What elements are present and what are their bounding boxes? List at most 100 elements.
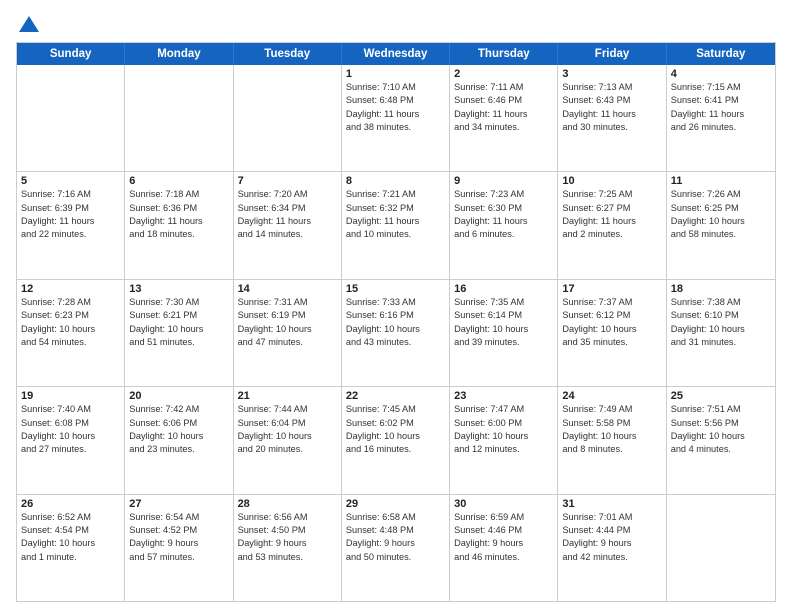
day-cell-8: 8Sunrise: 7:21 AMSunset: 6:32 PMDaylight…	[342, 172, 450, 278]
day-info: Sunrise: 7:31 AMSunset: 6:19 PMDaylight:…	[238, 296, 337, 349]
day-info: Sunrise: 6:58 AMSunset: 4:48 PMDaylight:…	[346, 511, 445, 564]
header-day-saturday: Saturday	[667, 43, 775, 65]
day-info: Sunrise: 6:52 AMSunset: 4:54 PMDaylight:…	[21, 511, 120, 564]
header-day-wednesday: Wednesday	[342, 43, 450, 65]
week-row-4: 19Sunrise: 7:40 AMSunset: 6:08 PMDayligh…	[17, 387, 775, 494]
day-cell-13: 13Sunrise: 7:30 AMSunset: 6:21 PMDayligh…	[125, 280, 233, 386]
header-day-tuesday: Tuesday	[234, 43, 342, 65]
day-number: 13	[129, 283, 228, 295]
week-row-5: 26Sunrise: 6:52 AMSunset: 4:54 PMDayligh…	[17, 495, 775, 601]
day-cell-12: 12Sunrise: 7:28 AMSunset: 6:23 PMDayligh…	[17, 280, 125, 386]
day-cell-9: 9Sunrise: 7:23 AMSunset: 6:30 PMDaylight…	[450, 172, 558, 278]
day-info: Sunrise: 6:56 AMSunset: 4:50 PMDaylight:…	[238, 511, 337, 564]
week-row-1: 1Sunrise: 7:10 AMSunset: 6:48 PMDaylight…	[17, 65, 775, 172]
day-number: 16	[454, 283, 553, 295]
day-number: 10	[562, 175, 661, 187]
day-cell-19: 19Sunrise: 7:40 AMSunset: 6:08 PMDayligh…	[17, 387, 125, 493]
day-cell-26: 26Sunrise: 6:52 AMSunset: 4:54 PMDayligh…	[17, 495, 125, 601]
logo-arrow-icon	[19, 16, 39, 32]
day-number: 26	[21, 498, 120, 510]
day-info: Sunrise: 7:44 AMSunset: 6:04 PMDaylight:…	[238, 403, 337, 456]
logo-blue	[16, 16, 39, 32]
day-number: 24	[562, 390, 661, 402]
calendar-header: SundayMondayTuesdayWednesdayThursdayFrid…	[17, 43, 775, 65]
day-number: 29	[346, 498, 445, 510]
day-number: 1	[346, 68, 445, 80]
day-cell-27: 27Sunrise: 6:54 AMSunset: 4:52 PMDayligh…	[125, 495, 233, 601]
header-day-monday: Monday	[125, 43, 233, 65]
day-cell-20: 20Sunrise: 7:42 AMSunset: 6:06 PMDayligh…	[125, 387, 233, 493]
day-info: Sunrise: 7:13 AMSunset: 6:43 PMDaylight:…	[562, 81, 661, 134]
empty-cell	[17, 65, 125, 171]
day-info: Sunrise: 7:47 AMSunset: 6:00 PMDaylight:…	[454, 403, 553, 456]
day-cell-6: 6Sunrise: 7:18 AMSunset: 6:36 PMDaylight…	[125, 172, 233, 278]
day-cell-29: 29Sunrise: 6:58 AMSunset: 4:48 PMDayligh…	[342, 495, 450, 601]
day-number: 27	[129, 498, 228, 510]
day-cell-23: 23Sunrise: 7:47 AMSunset: 6:00 PMDayligh…	[450, 387, 558, 493]
day-number: 15	[346, 283, 445, 295]
day-cell-16: 16Sunrise: 7:35 AMSunset: 6:14 PMDayligh…	[450, 280, 558, 386]
day-cell-18: 18Sunrise: 7:38 AMSunset: 6:10 PMDayligh…	[667, 280, 775, 386]
day-info: Sunrise: 7:45 AMSunset: 6:02 PMDaylight:…	[346, 403, 445, 456]
day-info: Sunrise: 7:35 AMSunset: 6:14 PMDaylight:…	[454, 296, 553, 349]
day-cell-22: 22Sunrise: 7:45 AMSunset: 6:02 PMDayligh…	[342, 387, 450, 493]
logo	[16, 16, 39, 32]
day-info: Sunrise: 7:40 AMSunset: 6:08 PMDaylight:…	[21, 403, 120, 456]
day-cell-5: 5Sunrise: 7:16 AMSunset: 6:39 PMDaylight…	[17, 172, 125, 278]
empty-cell	[667, 495, 775, 601]
day-number: 20	[129, 390, 228, 402]
day-number: 18	[671, 283, 771, 295]
calendar-body: 1Sunrise: 7:10 AMSunset: 6:48 PMDaylight…	[17, 65, 775, 601]
day-info: Sunrise: 7:15 AMSunset: 6:41 PMDaylight:…	[671, 81, 771, 134]
day-cell-7: 7Sunrise: 7:20 AMSunset: 6:34 PMDaylight…	[234, 172, 342, 278]
day-number: 4	[671, 68, 771, 80]
day-info: Sunrise: 6:59 AMSunset: 4:46 PMDaylight:…	[454, 511, 553, 564]
day-number: 5	[21, 175, 120, 187]
day-info: Sunrise: 7:01 AMSunset: 4:44 PMDaylight:…	[562, 511, 661, 564]
empty-cell	[125, 65, 233, 171]
day-info: Sunrise: 7:23 AMSunset: 6:30 PMDaylight:…	[454, 188, 553, 241]
day-info: Sunrise: 7:16 AMSunset: 6:39 PMDaylight:…	[21, 188, 120, 241]
day-cell-21: 21Sunrise: 7:44 AMSunset: 6:04 PMDayligh…	[234, 387, 342, 493]
day-info: Sunrise: 7:26 AMSunset: 6:25 PMDaylight:…	[671, 188, 771, 241]
day-number: 2	[454, 68, 553, 80]
day-number: 30	[454, 498, 553, 510]
day-number: 17	[562, 283, 661, 295]
day-number: 14	[238, 283, 337, 295]
day-info: Sunrise: 7:37 AMSunset: 6:12 PMDaylight:…	[562, 296, 661, 349]
day-info: Sunrise: 7:21 AMSunset: 6:32 PMDaylight:…	[346, 188, 445, 241]
day-number: 9	[454, 175, 553, 187]
day-number: 23	[454, 390, 553, 402]
day-info: Sunrise: 7:30 AMSunset: 6:21 PMDaylight:…	[129, 296, 228, 349]
day-number: 3	[562, 68, 661, 80]
calendar: SundayMondayTuesdayWednesdayThursdayFrid…	[16, 42, 776, 602]
day-number: 25	[671, 390, 771, 402]
day-info: Sunrise: 6:54 AMSunset: 4:52 PMDaylight:…	[129, 511, 228, 564]
day-info: Sunrise: 7:11 AMSunset: 6:46 PMDaylight:…	[454, 81, 553, 134]
day-info: Sunrise: 7:49 AMSunset: 5:58 PMDaylight:…	[562, 403, 661, 456]
day-info: Sunrise: 7:20 AMSunset: 6:34 PMDaylight:…	[238, 188, 337, 241]
day-info: Sunrise: 7:25 AMSunset: 6:27 PMDaylight:…	[562, 188, 661, 241]
header-day-sunday: Sunday	[17, 43, 125, 65]
day-number: 11	[671, 175, 771, 187]
day-cell-14: 14Sunrise: 7:31 AMSunset: 6:19 PMDayligh…	[234, 280, 342, 386]
day-number: 12	[21, 283, 120, 295]
day-cell-30: 30Sunrise: 6:59 AMSunset: 4:46 PMDayligh…	[450, 495, 558, 601]
day-number: 8	[346, 175, 445, 187]
day-info: Sunrise: 7:18 AMSunset: 6:36 PMDaylight:…	[129, 188, 228, 241]
day-cell-4: 4Sunrise: 7:15 AMSunset: 6:41 PMDaylight…	[667, 65, 775, 171]
day-info: Sunrise: 7:42 AMSunset: 6:06 PMDaylight:…	[129, 403, 228, 456]
day-cell-15: 15Sunrise: 7:33 AMSunset: 6:16 PMDayligh…	[342, 280, 450, 386]
day-info: Sunrise: 7:33 AMSunset: 6:16 PMDaylight:…	[346, 296, 445, 349]
day-cell-17: 17Sunrise: 7:37 AMSunset: 6:12 PMDayligh…	[558, 280, 666, 386]
week-row-3: 12Sunrise: 7:28 AMSunset: 6:23 PMDayligh…	[17, 280, 775, 387]
day-number: 19	[21, 390, 120, 402]
empty-cell	[234, 65, 342, 171]
day-info: Sunrise: 7:38 AMSunset: 6:10 PMDaylight:…	[671, 296, 771, 349]
day-cell-10: 10Sunrise: 7:25 AMSunset: 6:27 PMDayligh…	[558, 172, 666, 278]
day-number: 6	[129, 175, 228, 187]
day-info: Sunrise: 7:28 AMSunset: 6:23 PMDaylight:…	[21, 296, 120, 349]
day-cell-1: 1Sunrise: 7:10 AMSunset: 6:48 PMDaylight…	[342, 65, 450, 171]
day-cell-25: 25Sunrise: 7:51 AMSunset: 5:56 PMDayligh…	[667, 387, 775, 493]
header	[16, 16, 776, 32]
